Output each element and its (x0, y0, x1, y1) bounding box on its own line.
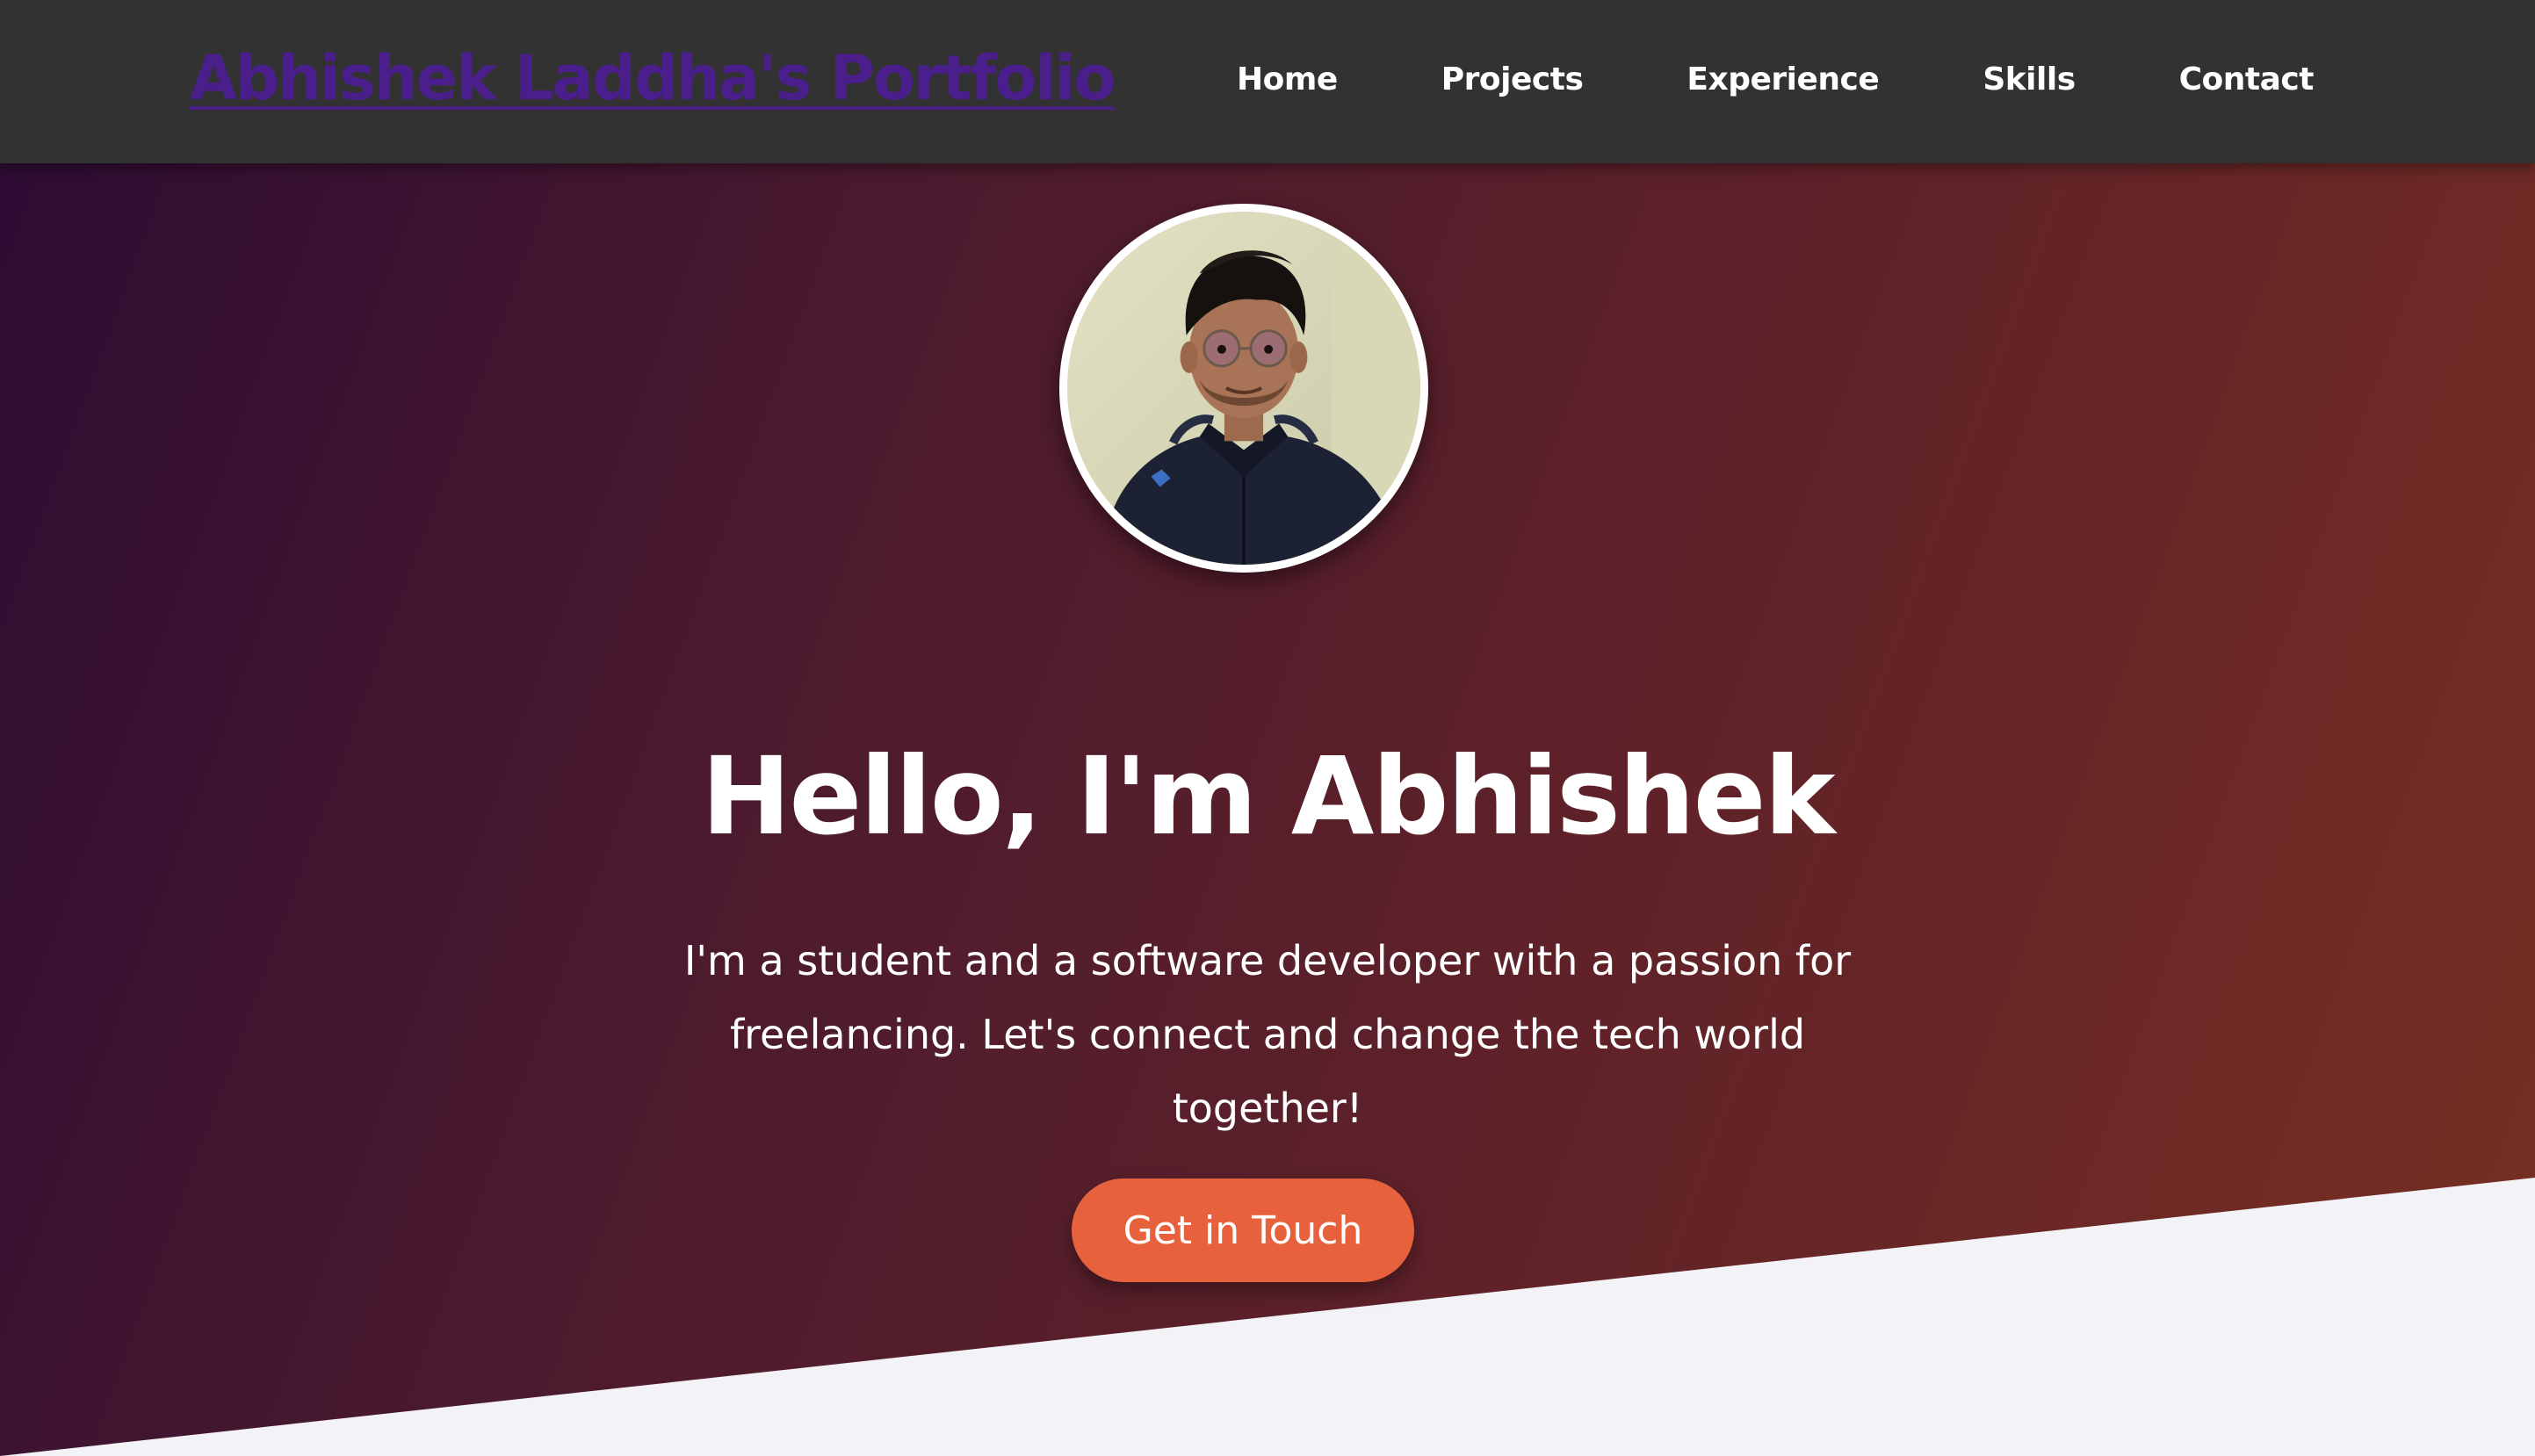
nav-links: Home Projects Experience Skills Contact (1237, 53, 2314, 105)
profile-avatar (1059, 204, 1428, 573)
profile-photo-image (1067, 212, 1420, 565)
get-in-touch-button[interactable]: Get in Touch (1072, 1178, 1414, 1282)
nav-link-contact[interactable]: Contact (2179, 61, 2315, 97)
nav-link-experience[interactable]: Experience (1686, 61, 1879, 97)
nav-link-home[interactable]: Home (1237, 61, 1338, 97)
nav-link-skills[interactable]: Skills (1982, 61, 2076, 97)
hero-title: Hello, I'm Abhishek (701, 734, 1835, 859)
brand-link[interactable]: Abhishek Laddha's Portfolio (190, 39, 1116, 118)
hero-description: I'm a student and a software developer w… (683, 937, 1852, 1132)
nav-link-projects[interactable]: Projects (1441, 61, 1584, 97)
top-navbar: Abhishek Laddha's Portfolio Home Project… (0, 0, 2535, 163)
